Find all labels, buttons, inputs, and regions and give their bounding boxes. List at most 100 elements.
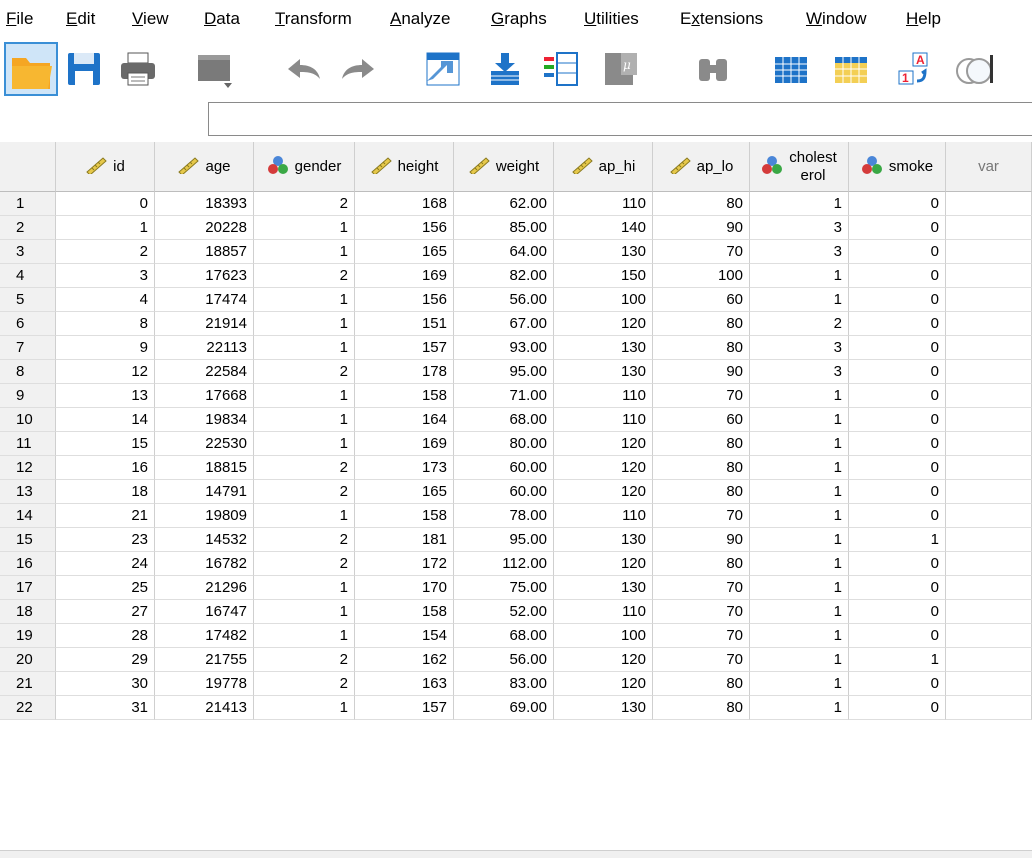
table-cell[interactable]: 1 [849, 648, 946, 672]
row-header[interactable]: 20 [0, 648, 56, 672]
table-cell[interactable]: 4 [56, 288, 155, 312]
table-cell[interactable]: 1 [750, 648, 849, 672]
row-header[interactable]: 11 [0, 432, 56, 456]
row-header[interactable]: 7 [0, 336, 56, 360]
column-header-var[interactable]: var [946, 142, 1032, 192]
table-cell[interactable]: 16 [56, 456, 155, 480]
menu-transform[interactable]: Transform [275, 9, 352, 29]
table-cell[interactable]: 80 [653, 432, 750, 456]
table-cell[interactable]: 70 [653, 600, 750, 624]
table-cell[interactable]: 60 [653, 408, 750, 432]
table-cell[interactable]: 1 [254, 312, 355, 336]
menu-analyze[interactable]: Analyze [390, 9, 450, 29]
table-cell[interactable]: 0 [849, 312, 946, 336]
table-cell[interactable]: 168 [355, 192, 454, 216]
table-cell[interactable]: 2 [254, 264, 355, 288]
table-cell[interactable]: 150 [554, 264, 653, 288]
table-cell[interactable]: 17668 [155, 384, 254, 408]
value-labels-icon[interactable] [948, 38, 998, 100]
table-cell[interactable]: 22584 [155, 360, 254, 384]
table-cell[interactable]: 18393 [155, 192, 254, 216]
table-cell[interactable]: 162 [355, 648, 454, 672]
row-header[interactable]: 4 [0, 264, 56, 288]
table-cell[interactable] [946, 264, 1032, 288]
table-cell[interactable]: 170 [355, 576, 454, 600]
table-cell[interactable]: 2 [254, 672, 355, 696]
table-cell[interactable]: 110 [554, 408, 653, 432]
table-cell[interactable]: 181 [355, 528, 454, 552]
table-cell[interactable]: 14 [56, 408, 155, 432]
table-cell[interactable]: 80.00 [454, 432, 554, 456]
table-cell[interactable]: 82.00 [454, 264, 554, 288]
table-cell[interactable]: 95.00 [454, 528, 554, 552]
table-cell[interactable]: 130 [554, 528, 653, 552]
table-cell[interactable]: 2 [254, 480, 355, 504]
table-cell[interactable]: 165 [355, 480, 454, 504]
table-cell[interactable]: 62.00 [454, 192, 554, 216]
menu-data[interactable]: Data [204, 9, 240, 29]
table-cell[interactable]: 1 [254, 384, 355, 408]
table-cell[interactable]: 0 [849, 576, 946, 600]
table-cell[interactable]: 100 [554, 288, 653, 312]
menu-help[interactable]: Help [906, 9, 941, 29]
table-cell[interactable]: 20228 [155, 216, 254, 240]
table-cell[interactable]: 1 [750, 696, 849, 720]
table-cell[interactable]: 80 [653, 192, 750, 216]
table-cell[interactable]: 156 [355, 216, 454, 240]
table-cell[interactable] [946, 360, 1032, 384]
menu-utilities[interactable]: Utilities [584, 9, 639, 29]
table-cell[interactable]: 85.00 [454, 216, 554, 240]
table-cell[interactable]: 60.00 [454, 480, 554, 504]
row-header[interactable]: 1 [0, 192, 56, 216]
table-cell[interactable]: 1 [750, 624, 849, 648]
table-cell[interactable]: 15 [56, 432, 155, 456]
row-header[interactable]: 14 [0, 504, 56, 528]
table-cell[interactable]: 19809 [155, 504, 254, 528]
table-cell[interactable]: 1 [254, 600, 355, 624]
table-cell[interactable]: 130 [554, 696, 653, 720]
table-cell[interactable]: 1 [254, 504, 355, 528]
row-header[interactable]: 13 [0, 480, 56, 504]
table-cell[interactable]: 31 [56, 696, 155, 720]
table-cell[interactable]: 156 [355, 288, 454, 312]
table-cell[interactable]: 0 [849, 288, 946, 312]
table-cell[interactable]: 172 [355, 552, 454, 576]
table-cell[interactable]: 95.00 [454, 360, 554, 384]
table-cell[interactable]: 1 [750, 552, 849, 576]
table-cell[interactable]: 1 [750, 408, 849, 432]
table-cell[interactable]: 21296 [155, 576, 254, 600]
table-cell[interactable] [946, 408, 1032, 432]
table-cell[interactable]: 9 [56, 336, 155, 360]
table-cell[interactable]: 110 [554, 600, 653, 624]
table-cell[interactable]: 19778 [155, 672, 254, 696]
table-cell[interactable]: 80 [653, 336, 750, 360]
table-cell[interactable]: 169 [355, 432, 454, 456]
table-cell[interactable]: 1 [56, 216, 155, 240]
table-cell[interactable]: 18857 [155, 240, 254, 264]
table-cell[interactable] [946, 672, 1032, 696]
table-cell[interactable]: 52.00 [454, 600, 554, 624]
table-cell[interactable]: 1 [254, 240, 355, 264]
table-cell[interactable]: 120 [554, 480, 653, 504]
table-cell[interactable]: 0 [849, 360, 946, 384]
table-cell[interactable]: 1 [750, 456, 849, 480]
insert-cases-icon[interactable] [768, 38, 814, 100]
table-cell[interactable]: 0 [849, 216, 946, 240]
table-cell[interactable]: 3 [750, 216, 849, 240]
table-cell[interactable]: 130 [554, 360, 653, 384]
row-header[interactable]: 9 [0, 384, 56, 408]
table-cell[interactable]: 16747 [155, 600, 254, 624]
table-cell[interactable]: 163 [355, 672, 454, 696]
table-cell[interactable]: 0 [849, 264, 946, 288]
table-cell[interactable]: 0 [849, 456, 946, 480]
table-cell[interactable]: 120 [554, 432, 653, 456]
table-cell[interactable]: 2 [750, 312, 849, 336]
table-cell[interactable]: 16782 [155, 552, 254, 576]
table-cell[interactable]: 56.00 [454, 288, 554, 312]
table-cell[interactable]: 18 [56, 480, 155, 504]
table-cell[interactable] [946, 216, 1032, 240]
table-cell[interactable]: 21413 [155, 696, 254, 720]
row-header[interactable]: 6 [0, 312, 56, 336]
table-cell[interactable]: 90 [653, 528, 750, 552]
table-cell[interactable]: 1 [750, 672, 849, 696]
